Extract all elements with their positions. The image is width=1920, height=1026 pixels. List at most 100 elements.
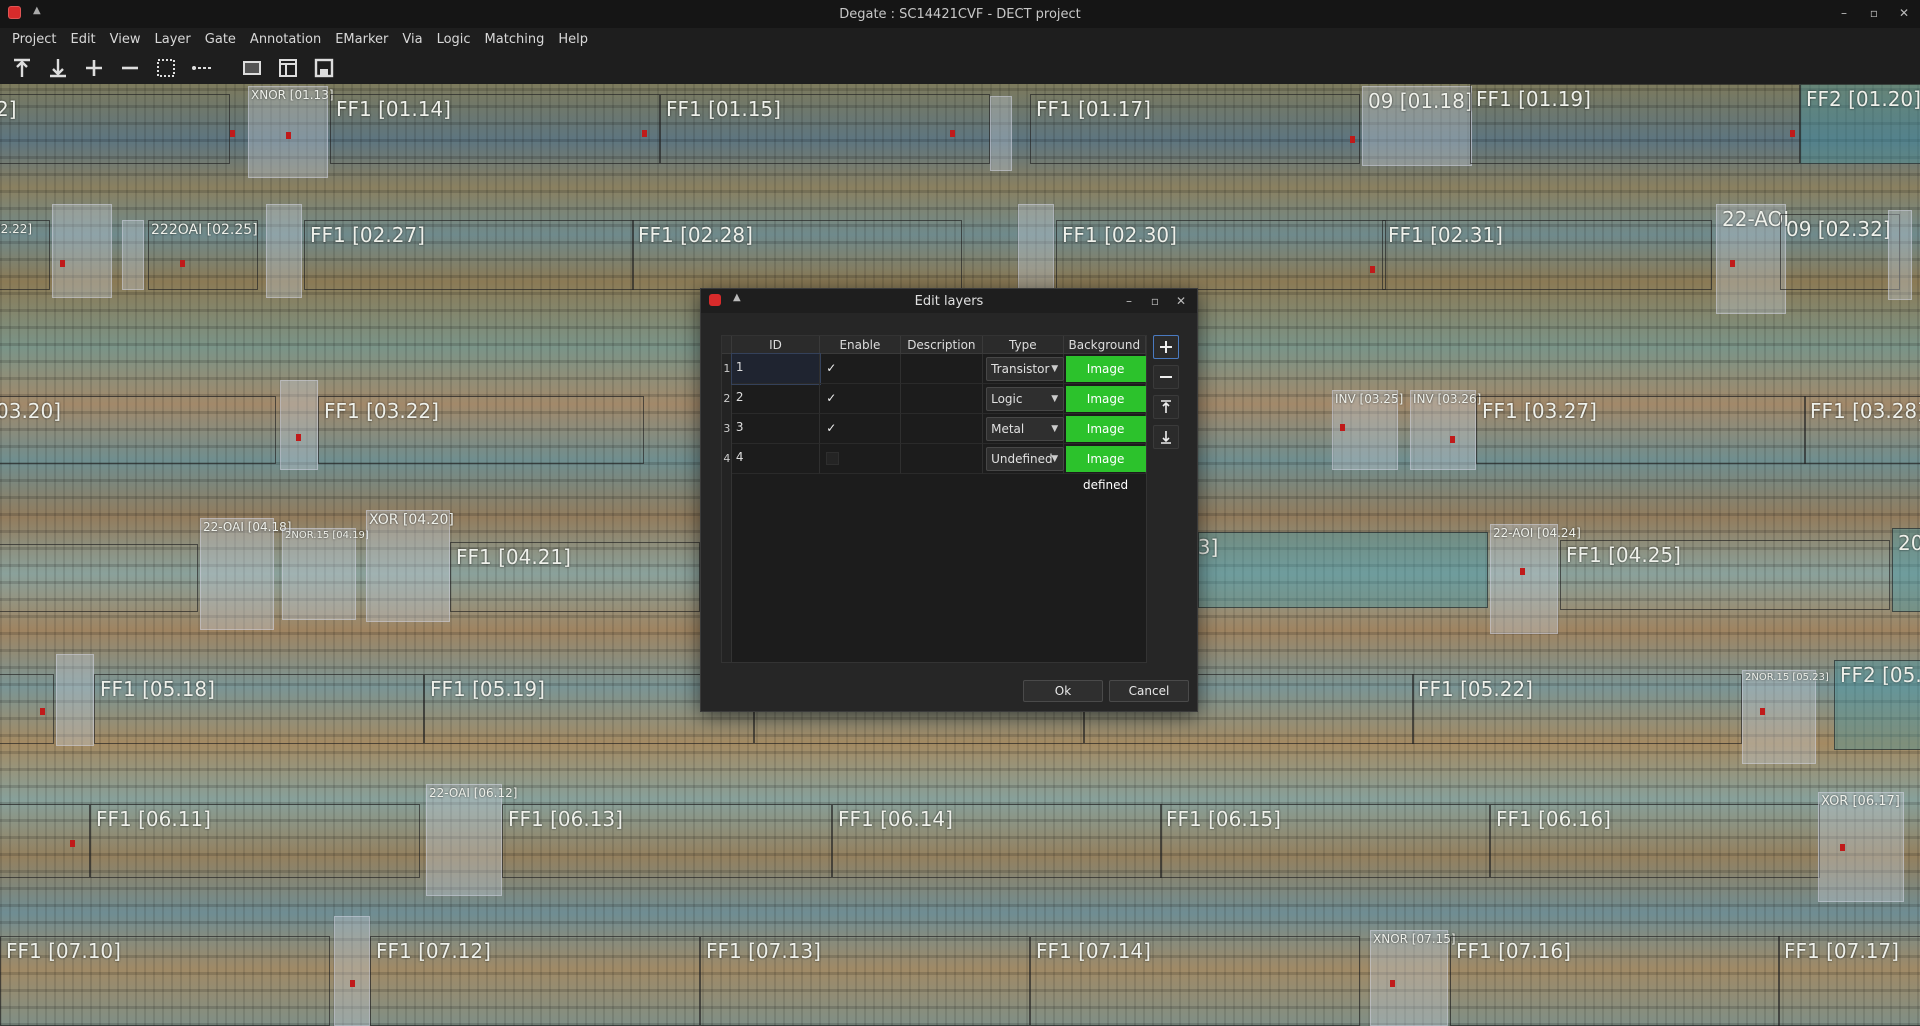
pin-icon[interactable]: ▲ (33, 5, 41, 16)
menu-gate[interactable]: Gate (198, 28, 243, 52)
layer-id-cell[interactable]: 3 (731, 414, 821, 444)
gate-label: INV [03.26] (1413, 392, 1482, 406)
port-marker (286, 132, 291, 139)
background-button[interactable]: Image defined (1065, 356, 1146, 402)
menu-logic[interactable]: Logic (430, 28, 478, 52)
background-cell: Image defined (1063, 354, 1147, 402)
move-layer-down-button[interactable] (1153, 425, 1179, 449)
port-marker (1760, 708, 1765, 715)
table-header: ID Enable Description Type Background (722, 336, 1146, 354)
close-icon[interactable]: ✕ (1894, 4, 1914, 22)
zoom-in-icon[interactable] (80, 55, 108, 81)
app-icon (8, 6, 21, 19)
gate-save-icon[interactable] (310, 55, 338, 81)
menu-matching[interactable]: Matching (478, 28, 552, 52)
description-cell[interactable] (900, 384, 984, 414)
cancel-button[interactable]: Cancel (1109, 680, 1189, 702)
menu-annotation[interactable]: Annotation (243, 28, 328, 52)
enable-checkbox[interactable]: ✓ (826, 422, 839, 435)
enable-cell[interactable]: ✓ (820, 354, 901, 384)
layer-id-cell[interactable]: 1 (730, 353, 822, 385)
enable-cell[interactable] (820, 444, 901, 474)
maximize-icon[interactable]: ▫ (1145, 292, 1165, 310)
table-row[interactable]: 4 4 Undefined ▼ Image defined (722, 444, 1147, 492)
remove-layer-button[interactable] (1153, 365, 1179, 389)
row-header[interactable]: 1 (722, 354, 732, 384)
ok-button[interactable]: Ok (1023, 680, 1103, 702)
port-marker (1370, 266, 1375, 273)
column-header-id[interactable]: ID (732, 336, 821, 353)
column-header-description[interactable]: Description (901, 336, 984, 353)
port-marker (40, 708, 45, 715)
description-cell[interactable] (900, 414, 984, 444)
menu-layer[interactable]: Layer (148, 28, 198, 52)
row-header[interactable]: 3 (722, 414, 732, 444)
gate-template-icon[interactable] (238, 55, 266, 81)
menu-emarker[interactable]: EMarker (328, 28, 395, 52)
layer-up-icon[interactable] (8, 55, 36, 81)
enable-checkbox[interactable]: ✓ (826, 362, 839, 375)
menu-help[interactable]: Help (551, 28, 595, 52)
background-button[interactable]: Image defined (1065, 446, 1146, 492)
chevron-down-icon: ▼ (1051, 424, 1059, 434)
description-cell[interactable] (900, 354, 984, 384)
table-row[interactable]: 3 3 ✓ Metal▼ Image defined (722, 414, 1147, 462)
port-marker (1350, 136, 1355, 143)
enable-checkbox[interactable]: ✓ (826, 392, 839, 405)
enable-cell[interactable]: ✓ (820, 414, 901, 444)
layer-id-cell[interactable]: 2 (731, 384, 821, 414)
maximize-icon[interactable]: ▫ (1864, 4, 1884, 22)
chevron-down-icon: ▼ (1051, 364, 1059, 374)
menu-edit[interactable]: Edit (63, 28, 102, 52)
gate-label: FF1 [04.25] (1566, 543, 1681, 567)
description-cell[interactable] (900, 444, 984, 474)
gate-label: FF1 [07.14] (1036, 939, 1151, 963)
type-cell: Undefined ▼ (983, 444, 1065, 474)
background-button[interactable]: Image defined (1065, 416, 1146, 462)
background-cell: Image defined (1063, 444, 1147, 492)
add-layer-button[interactable] (1153, 335, 1179, 359)
column-header-type[interactable]: Type (983, 336, 1064, 353)
move-layer-up-button[interactable] (1153, 395, 1179, 419)
enable-checkbox[interactable] (826, 452, 840, 465)
gate-label: 22-AOI [04.24] (1493, 526, 1581, 540)
dialog-titlebar[interactable]: ▲ Edit layers – ▫ ✕ (701, 289, 1197, 313)
table-row[interactable]: 1 1 ✓ Transistor▼ Image defined (722, 353, 1147, 402)
table-row[interactable]: 2 2 ✓ Logic▼ Image defined (722, 384, 1147, 432)
column-header-enable[interactable]: Enable (820, 336, 901, 353)
chevron-down-icon: ▼ (1051, 454, 1059, 464)
minimize-icon[interactable]: – (1119, 292, 1139, 310)
port-marker (296, 434, 301, 441)
layer-type-select[interactable]: Logic ▼ (986, 387, 1065, 411)
zoom-out-icon[interactable] (116, 55, 144, 81)
wire-tool-icon[interactable] (188, 55, 216, 81)
gate-label: FF1 [05.18] (100, 677, 215, 701)
gate-template-edit-icon[interactable] (274, 55, 302, 81)
gate-label: FF2 [01.20] (1806, 87, 1920, 111)
type-cell: Logic ▼ (983, 384, 1065, 414)
layer-type-select[interactable]: Metal ▼ (986, 417, 1065, 441)
menu-bar: Project Edit View Layer Gate Annotation … (0, 28, 1920, 52)
layer-down-icon[interactable] (44, 55, 72, 81)
select-area-icon[interactable] (152, 55, 180, 81)
minimize-icon[interactable]: – (1834, 4, 1854, 22)
layer-type-select[interactable]: Transistor ▼ (986, 357, 1065, 381)
row-header[interactable]: 4 (722, 444, 732, 474)
close-icon[interactable]: ✕ (1171, 292, 1191, 310)
gate-label: 2NOR.15 [04.19] (285, 530, 369, 541)
gate-label: 02.22] (0, 222, 33, 236)
type-cell: Transistor ▼ (983, 354, 1065, 384)
column-header-background[interactable]: Background (1064, 336, 1146, 353)
port-marker (950, 130, 955, 137)
pin-icon[interactable]: ▲ (733, 292, 741, 303)
layer-type-select[interactable]: Undefined ▼ (986, 447, 1065, 471)
dialog-title: Edit layers (914, 293, 984, 309)
gate-label: FF1 [02.30] (1062, 223, 1177, 247)
menu-view[interactable]: View (103, 28, 148, 52)
menu-project[interactable]: Project (5, 28, 63, 52)
background-button[interactable]: Image defined (1065, 386, 1146, 432)
enable-cell[interactable]: ✓ (820, 384, 901, 414)
layer-id-cell[interactable]: 4 (731, 444, 821, 474)
row-header[interactable]: 2 (722, 384, 732, 414)
menu-via[interactable]: Via (395, 28, 429, 52)
